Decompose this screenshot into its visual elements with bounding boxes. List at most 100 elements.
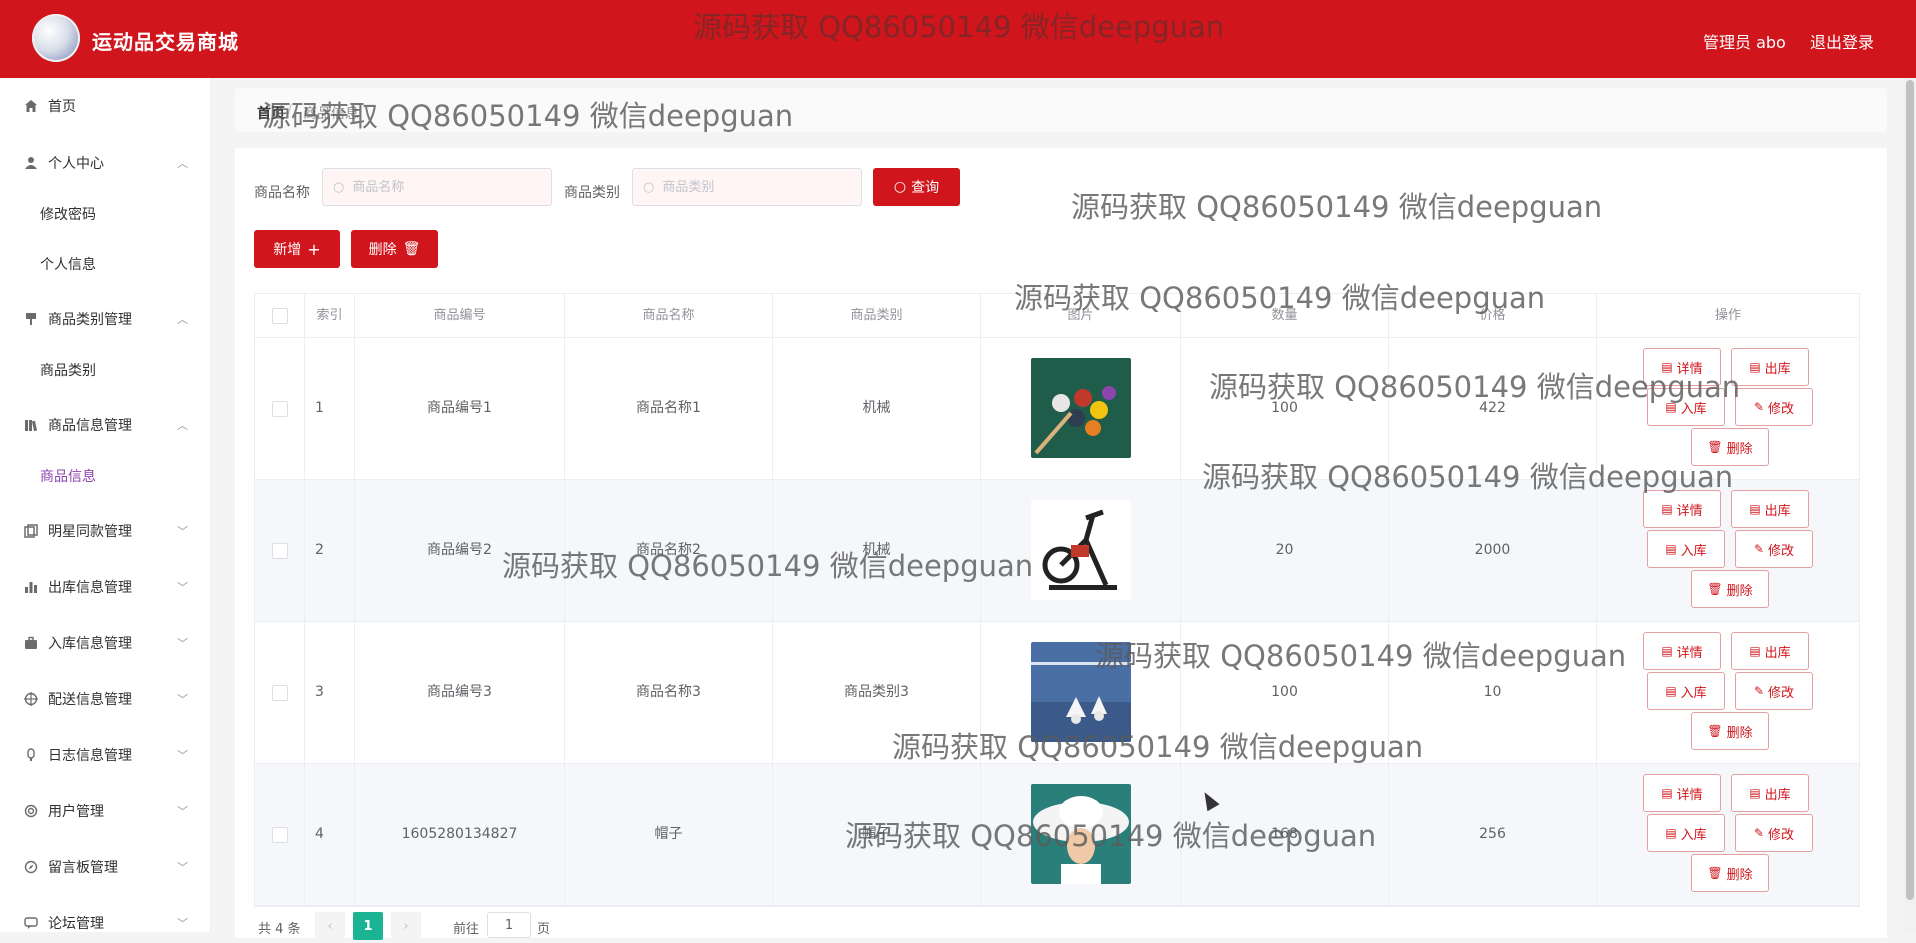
sidebar-item-label: 入库信息管理 bbox=[48, 636, 132, 652]
sidebar-subitem-change-password[interactable]: 修改密码 bbox=[0, 194, 210, 234]
search-icon: ○ bbox=[643, 179, 655, 195]
outbound-label: 出库 bbox=[1764, 787, 1791, 803]
edit-icon: ✎ bbox=[1753, 684, 1765, 698]
logout-link[interactable]: 退出登录 bbox=[1810, 29, 1874, 53]
sidebar-item-delivery-mgmt[interactable]: 配送信息管理 ﹀ bbox=[0, 679, 210, 719]
detail-label: 详情 bbox=[1676, 503, 1703, 519]
product-category-search[interactable]: ○ bbox=[632, 168, 862, 206]
table-row: 2 商品编号2 商品名称2 机械 20 2000 ▤ 详情 ▤ 出库 ▤ 入库 … bbox=[255, 480, 1859, 622]
row-checkbox[interactable] bbox=[272, 401, 288, 417]
inbound-button[interactable]: ▤ 入库 bbox=[1647, 530, 1725, 568]
edit-icon: ✎ bbox=[1753, 542, 1765, 556]
outbound-button[interactable]: ▤ 出库 bbox=[1731, 490, 1809, 528]
sidebar-item-product-mgmt[interactable]: 商品信息管理 ︿ bbox=[0, 405, 210, 445]
delete-button[interactable]: 🗑 删除 bbox=[1691, 570, 1769, 608]
pagination-goto-input[interactable] bbox=[487, 912, 531, 938]
prev-page-button[interactable]: ‹ bbox=[315, 912, 345, 940]
add-button-label: 新增 bbox=[273, 242, 302, 258]
bulk-delete-button[interactable]: 删除 🗑 bbox=[351, 230, 438, 268]
sidebar-subitem-product-info[interactable]: 商品信息 bbox=[0, 456, 210, 496]
outbound-button[interactable]: ▤ 出库 bbox=[1731, 774, 1809, 812]
delete-button[interactable]: 🗑 删除 bbox=[1691, 854, 1769, 892]
row-name: 商品名称3 bbox=[565, 622, 773, 763]
sidebar-item-category-mgmt[interactable]: 商品类别管理 ︿ bbox=[0, 299, 210, 339]
edit-button[interactable]: ✎ 修改 bbox=[1735, 814, 1813, 852]
edit-button[interactable]: ✎ 修改 bbox=[1735, 388, 1813, 426]
pagination-goto-label: 前往 bbox=[453, 922, 480, 937]
row-category: 机械 bbox=[773, 480, 981, 621]
product-name-search[interactable]: ○ bbox=[322, 168, 552, 206]
bar-chart-icon bbox=[23, 579, 39, 595]
query-button[interactable]: ○ 查询 bbox=[873, 168, 960, 206]
document-icon: ▤ bbox=[1665, 684, 1677, 698]
product-category-input[interactable] bbox=[660, 178, 845, 196]
chevron-up-icon: ︿ bbox=[177, 313, 188, 326]
outbound-button[interactable]: ▤ 出库 bbox=[1731, 632, 1809, 670]
inbound-button[interactable]: ▤ 入库 bbox=[1647, 388, 1725, 426]
sidebar: 首页 个人中心 ︿ 修改密码 个人信息 商品类别管理 ︿ 商品类别 商品信息管理… bbox=[0, 78, 211, 932]
sidebar-subitem-profile[interactable]: 个人信息 bbox=[0, 244, 210, 284]
header-code: 商品编号 bbox=[355, 294, 565, 337]
brush-icon bbox=[23, 311, 39, 327]
trash-icon: 🗑 bbox=[1707, 866, 1723, 880]
sidebar-item-home[interactable]: 首页 bbox=[0, 86, 210, 126]
outbound-button[interactable]: ▤ 出库 bbox=[1731, 348, 1809, 386]
chevron-down-icon: ﹀ bbox=[177, 637, 188, 650]
delete-button[interactable]: 🗑 删除 bbox=[1691, 712, 1769, 750]
row-code: 商品编号2 bbox=[355, 480, 565, 621]
sidebar-item-outbound-mgmt[interactable]: 出库信息管理 ﹀ bbox=[0, 567, 210, 607]
chevron-down-icon: ﹀ bbox=[177, 525, 188, 538]
header-price: 价格 bbox=[1389, 294, 1597, 337]
row-code: 商品编号1 bbox=[355, 338, 565, 479]
sidebar-item-label: 商品信息管理 bbox=[48, 418, 132, 434]
row-price: 10 bbox=[1389, 622, 1597, 763]
row-checkbox[interactable] bbox=[272, 827, 288, 843]
row-image-cell bbox=[981, 338, 1181, 479]
crosshair-icon bbox=[23, 691, 39, 707]
row-price: 2000 bbox=[1389, 480, 1597, 621]
scrollbar-thumb[interactable] bbox=[1906, 80, 1914, 900]
detail-button[interactable]: ▤ 详情 bbox=[1643, 490, 1721, 528]
chevron-up-icon: ︿ bbox=[177, 419, 188, 432]
breadcrumb: 首页 / 商品信息 bbox=[235, 88, 1887, 132]
sidebar-subitem-category[interactable]: 商品类别 bbox=[0, 350, 210, 390]
sidebar-item-user-mgmt[interactable]: 用户管理 ﹀ bbox=[0, 791, 210, 831]
trash-icon: 🗑 bbox=[1707, 724, 1723, 738]
select-all-checkbox[interactable] bbox=[272, 308, 288, 324]
detail-button[interactable]: ▤ 详情 bbox=[1643, 774, 1721, 812]
sidebar-item-log-mgmt[interactable]: 日志信息管理 ﹀ bbox=[0, 735, 210, 775]
edit-button[interactable]: ✎ 修改 bbox=[1735, 530, 1813, 568]
sidebar-item-inbound-mgmt[interactable]: 入库信息管理 ﹀ bbox=[0, 623, 210, 663]
sidebar-item-celebrity-mgmt[interactable]: 明星同款管理 ﹀ bbox=[0, 511, 210, 551]
sidebar-item-label: 明星同款管理 bbox=[48, 524, 132, 540]
delete-button[interactable]: 🗑 删除 bbox=[1691, 428, 1769, 466]
row-checkbox[interactable] bbox=[272, 685, 288, 701]
add-button[interactable]: 新增 + bbox=[254, 230, 340, 268]
row-category: 机械 bbox=[773, 338, 981, 479]
breadcrumb-home[interactable]: 首页 bbox=[257, 103, 285, 123]
edit-button[interactable]: ✎ 修改 bbox=[1735, 672, 1813, 710]
detail-label: 详情 bbox=[1676, 787, 1703, 803]
detail-button[interactable]: ▤ 详情 bbox=[1643, 348, 1721, 386]
next-page-button[interactable]: › bbox=[391, 912, 421, 940]
detail-button[interactable]: ▤ 详情 bbox=[1643, 632, 1721, 670]
inbound-button[interactable]: ▤ 入库 bbox=[1647, 814, 1725, 852]
row-select bbox=[255, 338, 305, 479]
book-icon bbox=[23, 417, 39, 433]
sidebar-item-label: 个人中心 bbox=[48, 156, 104, 172]
product-name-input[interactable] bbox=[350, 178, 535, 196]
row-checkbox[interactable] bbox=[272, 543, 288, 559]
row-qty: 168 bbox=[1181, 764, 1389, 905]
row-name: 商品名称1 bbox=[565, 338, 773, 479]
row-code: 1605280134827 bbox=[355, 764, 565, 905]
row-index: 3 bbox=[305, 622, 355, 763]
delete-label: 删除 bbox=[1726, 583, 1753, 599]
inbound-button[interactable]: ▤ 入库 bbox=[1647, 672, 1725, 710]
sidebar-item-forum-mgmt[interactable]: 论坛管理 ﹀ bbox=[0, 903, 210, 943]
table-row: 3 商品编号3 商品名称3 商品类别3 100 10 ▤ 详情 ▤ 出库 ▤ 入… bbox=[255, 622, 1859, 764]
sidebar-item-message-board-mgmt[interactable]: 留言板管理 ﹀ bbox=[0, 847, 210, 887]
page-scrollbar[interactable] bbox=[1904, 78, 1916, 932]
page-number-current[interactable]: 1 bbox=[353, 912, 383, 940]
sidebar-item-personal-center[interactable]: 个人中心 ︿ bbox=[0, 143, 210, 183]
table-row: 1 商品编号1 商品名称1 机械 100 422 ▤ 详情 ▤ 出库 ▤ 入库 … bbox=[255, 338, 1859, 480]
